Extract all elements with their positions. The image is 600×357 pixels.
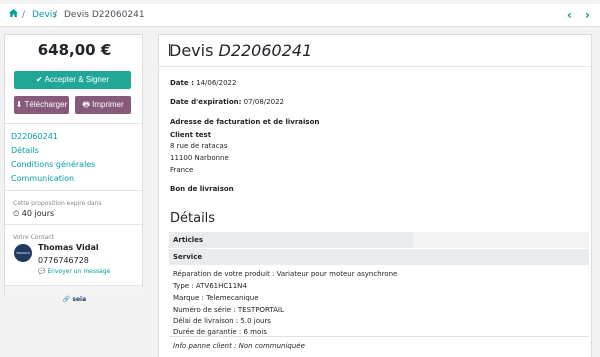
- delivery-label: Bon de livraison: [170, 185, 234, 193]
- nav-details[interactable]: Détails: [11, 146, 39, 155]
- nav-terms[interactable]: Conditions générales: [11, 160, 95, 169]
- download-button[interactable]: ⬇ Télécharger: [14, 96, 69, 114]
- service-header: Service: [173, 253, 203, 261]
- contact-avatar: TRAVAUX: [14, 244, 32, 262]
- client-name: Client test: [170, 131, 212, 139]
- send-message-link[interactable]: 💬 Envoyer un message: [38, 268, 110, 275]
- title-number: D22060241: [218, 41, 313, 60]
- title-prefix: Devis: [169, 41, 219, 60]
- date-label: Date :: [170, 79, 194, 87]
- address-line: France: [170, 166, 194, 174]
- pager-prev-icon[interactable]: ‹: [567, 4, 572, 26]
- description-line: Numéro de série : TESTPORTAIL: [173, 306, 284, 314]
- date-row: Date : 14/06/2022: [170, 79, 236, 87]
- table-row: Service: [169, 249, 589, 265]
- divider: [5, 123, 144, 124]
- divider: [5, 190, 144, 191]
- client-info: Info panne client : Non communiquée: [173, 342, 305, 350]
- breadcrumb-separator: /: [22, 10, 26, 20]
- description-line: Type : ATV61HC11N4: [173, 282, 247, 290]
- address-line: 8 rue de ratacas: [170, 142, 228, 150]
- contact-label: Votre Contact: [13, 234, 54, 241]
- text-cursor-icon: [169, 44, 170, 56]
- expiry-label: Cette proposition expire dans: [13, 200, 102, 207]
- description-line: Réparation de votre produit : Variateur …: [173, 270, 398, 278]
- nav-communication[interactable]: Communication: [11, 174, 74, 183]
- date-value: 14/06/2022: [193, 79, 237, 87]
- total-amount: 648,00 €: [37, 41, 112, 59]
- home-icon[interactable]: [9, 4, 18, 26]
- contact-name: Thomas Vidal: [38, 243, 99, 252]
- address-label: Adresse de facturation et de livraison: [170, 118, 320, 126]
- breadcrumb-separator: /: [54, 10, 58, 20]
- description-line: Marque : Telemecanique: [173, 294, 259, 302]
- breadcrumb-current: Devis D22060241: [64, 10, 145, 20]
- print-button[interactable]: 🖶 Imprimer: [75, 96, 131, 114]
- divider: [5, 224, 144, 225]
- contact-phone: 0776746728: [38, 256, 89, 265]
- description-line: Délai de livraison : 5.0 jours: [173, 317, 271, 325]
- brand-footer: 🔗 seia: [5, 285, 144, 303]
- table-cell: [169, 232, 413, 248]
- description-line: Durée de garantie : 6 mois: [173, 328, 267, 336]
- expiration-row: Date d'expiration: 07/08/2022: [170, 98, 284, 106]
- avatar-text: TRAVAUX: [16, 251, 30, 255]
- expiry-days: ⏲ 40 jours: [13, 209, 55, 218]
- pager-next-icon[interactable]: ›: [585, 4, 590, 26]
- table-row: Articles: [169, 232, 589, 248]
- details-heading: Détails: [170, 211, 216, 226]
- address-line: 11100 Narbonne: [170, 154, 229, 162]
- brand-logo: 🔗 seia: [62, 296, 87, 303]
- page-title: Devis D22060241: [169, 41, 312, 60]
- quote-document: Devis D22060241 Date : 14/06/2022 Date d…: [158, 34, 592, 357]
- divider: [169, 336, 589, 337]
- nav-quote-number[interactable]: D22060241: [11, 132, 58, 141]
- divider: [159, 66, 591, 67]
- expiration-label: Date d'expiration:: [170, 98, 242, 106]
- accept-sign-button[interactable]: ✔ Accepter & Signer: [14, 71, 131, 89]
- expiration-value: 07/08/2022: [241, 98, 284, 106]
- quote-sidebar: 648,00 € ✔ Accepter & Signer ⬇ Télécharg…: [4, 34, 144, 303]
- breadcrumb-bar: / Devis / Devis D22060241 ‹ ›: [0, 4, 600, 27]
- articles-header: Articles: [173, 236, 204, 244]
